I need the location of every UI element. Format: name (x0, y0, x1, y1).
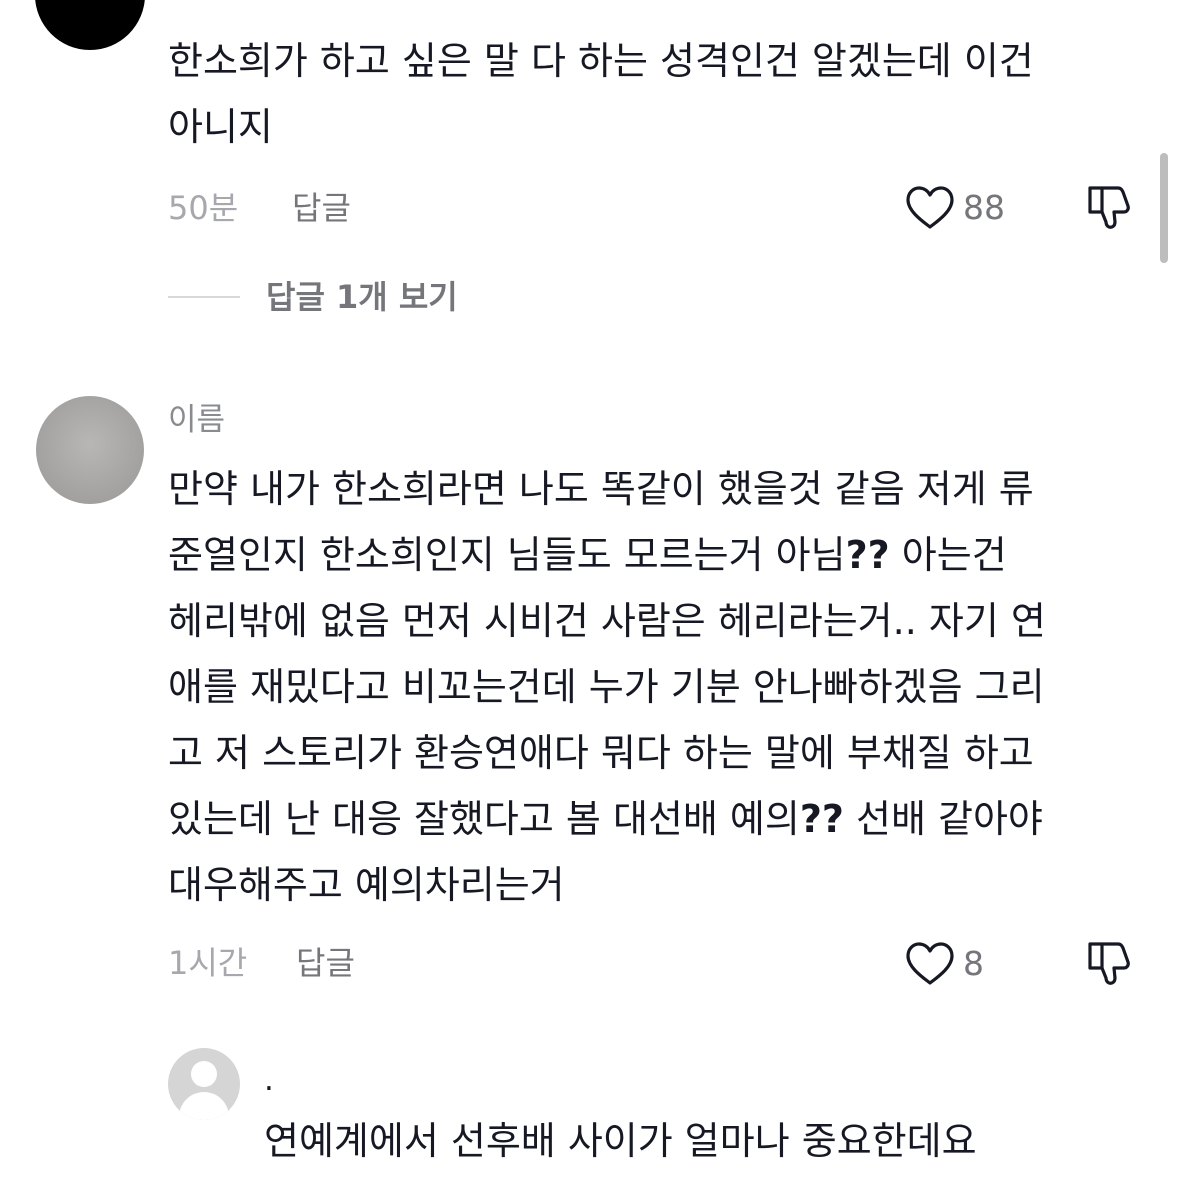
view-replies-button[interactable]: 답글 1개 보기 (168, 275, 458, 319)
heart-outline-icon (906, 942, 954, 985)
default-avatar-body (179, 1092, 229, 1120)
like-count: 88 (963, 188, 1005, 227)
view-replies-label: 답글 1개 보기 (266, 278, 458, 316)
default-avatar-head (191, 1061, 217, 1087)
like-count: 8 (963, 944, 984, 983)
comment-text: 만약 내가 한소희라면 나도 똑같이 했을것 같음 저게 류 준열인지 한소희인… (168, 467, 1046, 907)
comment-text: 한소희가 하고 싶은 말 다 하는 성격인건 알겠는데 이건 아니지 (168, 39, 1034, 149)
like-button[interactable]: 8 (905, 940, 984, 988)
avatar[interactable] (36, 396, 144, 504)
reply-button[interactable]: 답글 (296, 943, 355, 983)
comment-timestamp: 1시간 (168, 944, 248, 982)
username[interactable]: 이름 (168, 400, 225, 440)
reply-button[interactable]: 답글 (292, 188, 351, 228)
comment-timestamp: 50분 (168, 189, 239, 227)
like-button[interactable]: 88 (905, 184, 1005, 232)
comment-text: 연예계에서 선후배 사이가 얼마나 중요한데요 (264, 1119, 977, 1163)
thumbs-down-outline-icon (1088, 186, 1130, 229)
thumbs-down-outline-icon (1088, 942, 1130, 985)
scrollbar[interactable] (1160, 153, 1168, 263)
username[interactable]: . (264, 1060, 274, 1100)
divider (168, 296, 240, 298)
heart-outline-icon (906, 186, 954, 229)
dislike-button[interactable] (1085, 940, 1131, 986)
dislike-button[interactable] (1085, 184, 1131, 230)
avatar[interactable] (168, 1048, 240, 1120)
avatar[interactable] (35, 0, 145, 50)
